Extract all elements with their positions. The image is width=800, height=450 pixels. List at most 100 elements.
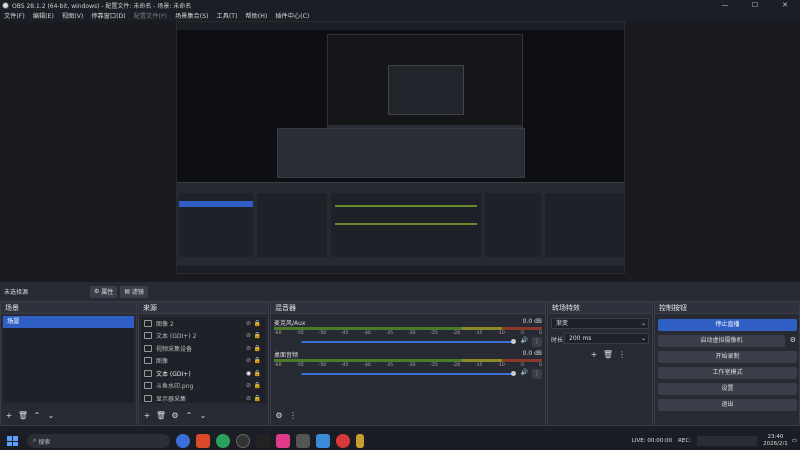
app-k-icon[interactable] [176,434,190,448]
lock-icon[interactable]: 🔒 [253,382,262,389]
add-source-button[interactable]: + [141,410,153,422]
gear-icon: ⚙ [94,288,102,295]
clock[interactable]: 23:40 2026/2/1 [763,434,788,448]
start-virtual-camera-button[interactable]: 启动虚拟摄像机 [658,335,785,347]
channel-menu-button[interactable]: ⋮ [532,337,542,347]
mixer-title: 混音器 [271,302,545,314]
menu-scene-collection[interactable]: 场景集合(S) [171,11,213,20]
source-settings-button[interactable]: ⚙ [169,410,181,422]
source-toolbar: 未选择源 ⚙ 属性 ▤ 滤镜 [0,283,800,300]
channel-db: 0.0 dB [522,318,542,325]
app-icon[interactable] [256,434,270,448]
menu-docks[interactable]: 停靠窗口(D) [87,11,129,20]
volume-slider[interactable] [301,373,516,375]
lock-icon[interactable]: 🔒 [253,395,262,402]
transition-menu-button[interactable]: ⋮ [616,349,628,361]
move-up-button[interactable]: ⌃ [183,410,195,422]
app-red-icon[interactable] [336,434,350,448]
lock-icon[interactable]: 🔒 [253,345,262,352]
app-g-icon[interactable] [196,434,210,448]
monitor-icon [144,394,152,402]
menu-file[interactable]: 文件(F) [0,11,29,20]
lock-icon[interactable]: 🔒 [253,370,262,377]
mixer-dock: 混音器 麦克风/Aux 0.0 dB -60 -55 -50 -45 -40 -35 -30… [270,301,546,426]
speaker-icon[interactable]: 🔊 [521,337,528,344]
gear-icon[interactable]: ⚙ [790,336,796,344]
app-gray-icon[interactable] [296,434,310,448]
app-pink-icon[interactable] [276,434,290,448]
scenes-list[interactable]: 场景 [3,316,134,403]
menu-tools[interactable]: 工具(T) [213,11,242,20]
chevron-down-icon: ⌄ [640,320,646,327]
studio-mode-button[interactable]: 工作室模式 [658,367,797,379]
obs-taskbar-icon[interactable] [236,434,250,448]
remove-transition-button[interactable]: 🗑 [602,349,614,361]
audio-meter [274,327,542,330]
menu-help[interactable]: 帮助(H) [241,11,271,20]
wechat-icon[interactable] [216,434,230,448]
eye-hidden-icon[interactable]: ⊘ [244,382,253,389]
channel-db: 0.0 dB [522,350,542,357]
controls-title: 控制按钮 [655,302,799,314]
start-recording-button[interactable]: 开始录制 [658,351,797,363]
volume-knob[interactable] [511,339,516,344]
tray-icons[interactable] [697,436,758,446]
duration-input[interactable]: 200 ms ⌄ [564,333,649,344]
add-scene-button[interactable]: + [3,410,15,422]
move-down-button[interactable]: ⌄ [45,410,57,422]
stop-stream-button[interactable]: 停止直播 [658,319,797,331]
filters-button[interactable]: ▤ 滤镜 [120,285,148,298]
speaker-icon[interactable]: 🔊 [521,369,528,376]
menu-view[interactable]: 视图(V) [58,11,87,20]
close-button[interactable]: ✕ [770,0,800,10]
source-row[interactable]: 图像 2 ⊘ 🔒 [141,317,266,330]
add-transition-button[interactable]: + [588,349,600,361]
taskbar-search[interactable]: ⌕ 搜索 [27,434,170,448]
source-row[interactable]: 视频采集设备 ⊘ 🔒 [141,342,266,355]
remove-scene-button[interactable]: 🗑 [17,410,29,422]
sources-list[interactable]: 图像 2 ⊘ 🔒 文本 (GDI+) 2 ⊘ 🔒 视频采集设备 ⊘ 🔒 图像 ⊘ 🔒 文本 (G… [141,317,266,403]
minimize-button[interactable]: — [710,0,740,10]
app-yellow-icon[interactable] [356,434,364,448]
exit-button[interactable]: 退出 [658,399,797,411]
properties-button[interactable]: ⚙ 属性 [90,285,118,298]
settings-button[interactable]: 设置 [658,383,797,395]
move-up-button[interactable]: ⌃ [31,410,43,422]
source-row[interactable]: 图像 ⊘ 🔒 [141,355,266,368]
image-icon [144,357,152,365]
eye-hidden-icon[interactable]: ⊘ [244,357,253,364]
eye-hidden-icon[interactable]: ⊘ [244,395,253,402]
preview-canvas[interactable] [176,21,625,274]
menu-edit[interactable]: 编辑(E) [29,11,58,20]
menu-plugins[interactable]: 插件中心(C) [271,11,313,20]
scene-item[interactable]: 场景 [3,316,134,328]
app-blue-icon[interactable] [316,434,330,448]
lock-icon[interactable]: 🔒 [253,320,262,327]
menu-bar: 文件(F) 编辑(E) 视图(V) 停靠窗口(D) 配置文件(P) 场景集合(S… [0,10,800,21]
eye-hidden-icon[interactable]: ⊘ [244,345,253,352]
source-row[interactable]: 显示器采集 ⊘ 🔒 [141,392,266,405]
source-row[interactable]: 斗鱼水印.png ⊘ 🔒 [141,380,266,393]
maximize-button[interactable]: ☐ [740,0,770,10]
sources-title: 来源 [139,302,268,314]
transition-select[interactable]: 渐变 ⌄ [551,318,649,329]
eye-hidden-icon[interactable]: ⊘ [244,320,253,327]
source-row[interactable]: 文本 (GDI+) ◉ 🔒 [141,367,266,380]
eye-hidden-icon[interactable]: ⊘ [244,332,253,339]
source-row[interactable]: 文本 (GDI+) 2 ⊘ 🔒 [141,330,266,343]
lock-icon[interactable]: 🔒 [253,332,262,339]
notification-icon[interactable]: ▭ [792,438,797,444]
volume-slider[interactable] [301,341,516,343]
advanced-audio-button[interactable]: ⚙ [273,410,285,422]
menu-profile[interactable]: 配置文件(P) [130,11,171,20]
move-down-button[interactable]: ⌄ [197,410,209,422]
eye-icon[interactable]: ◉ [244,370,253,377]
mixer-menu-button[interactable]: ⋮ [287,410,299,422]
volume-knob[interactable] [511,371,516,376]
channel-menu-button[interactable]: ⋮ [532,369,542,379]
obs-logo-icon [2,1,9,9]
remove-source-button[interactable]: 🗑 [155,410,167,422]
lock-icon[interactable]: 🔒 [253,357,262,364]
filter-icon: ▤ [124,288,132,295]
windows-start-icon[interactable] [5,434,19,448]
